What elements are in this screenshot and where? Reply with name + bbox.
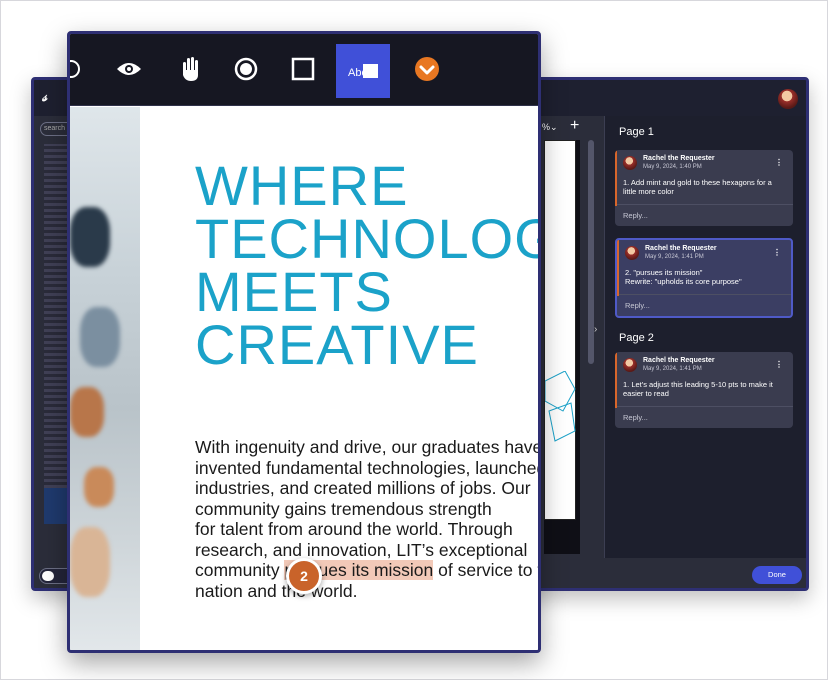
comment-author: Rachel the Requester [643,357,715,364]
zoom-dropdown[interactable]: %⌄ [542,122,558,133]
app-logo-icon: 𝓈 [42,88,48,104]
toolbar: Abc [70,34,538,106]
comment-header: Rachel the Requester May 9, 2024, 1:40 P… [615,150,793,176]
square-icon[interactable] [282,48,324,90]
avatar [623,358,637,372]
hexagon-artwork [545,371,576,442]
screenshot-stage: 𝓈 search %⌄ + › Page 1 Rachel the Reques… [0,0,828,680]
document-canvas [544,140,580,554]
comment-date: May 9, 2024, 1:40 PM [643,164,702,170]
comment-card[interactable]: Rachel the Requester May 9, 2024, 1:41 P… [615,352,793,428]
avatar [625,246,639,260]
comments-panel: Page 1 Rachel the Requester May 9, 2024,… [604,116,806,558]
hand-icon[interactable] [170,48,212,90]
comment-text: 2. "pursues its mission" Rewrite: "uphol… [625,268,742,286]
comment-header: Rachel the Requester May 9, 2024, 1:41 P… [617,240,791,266]
add-button[interactable]: + [570,117,579,135]
photo-detail [84,467,114,507]
record-icon[interactable] [225,48,267,90]
document-page: WHERE TECHNOLOGY MEETS CREATIVE With ing… [140,107,541,650]
comment-author: Rachel the Requester [643,155,715,162]
avatar [623,156,637,170]
photo-detail [70,527,110,597]
comment-marker[interactable]: 2 [286,558,322,594]
partial-tool-icon[interactable] [70,48,96,90]
body-paragraph: With ingenuity and drive, our graduates … [195,437,541,601]
photo-detail [70,387,104,437]
editor-window: Abc WHERE TECHNOLOGY MEETS CREATIVE With… [67,31,541,653]
eye-icon[interactable] [108,48,150,90]
background-photo [70,107,140,650]
comment-author: Rachel the Requester [645,245,717,252]
reply-input[interactable]: Reply... [617,294,791,316]
comment-card-active[interactable]: Rachel the Requester May 9, 2024, 1:41 P… [615,238,793,318]
comment-header: Rachel the Requester May 9, 2024, 1:41 P… [615,352,793,378]
text-edit-icon: Abc [348,64,378,79]
comment-date: May 9, 2024, 1:41 PM [645,254,704,260]
chevron-down-circle-icon[interactable] [406,48,448,90]
page-heading: Page 2 [619,332,654,344]
comment-card[interactable]: Rachel the Requester May 9, 2024, 1:40 P… [615,150,793,226]
comment-text: 1. Add mint and gold to these hexagons f… [623,178,772,196]
photo-detail [80,307,120,367]
text-edit-tool[interactable]: Abc [336,44,390,98]
moon-icon [42,571,54,581]
page-heading: Page 1 [619,126,654,138]
reply-input[interactable]: Reply... [615,204,793,226]
user-avatar[interactable] [778,89,798,109]
document-page [544,140,576,520]
chevron-right-icon[interactable]: › [594,324,604,344]
comment-text: 1. Let's adjust this leading 5-10 pts to… [623,380,773,398]
headline: WHERE TECHNOLOGY MEETS CREATIVE [195,154,538,376]
photo-detail [70,207,110,267]
comment-date: May 9, 2024, 1:41 PM [643,366,702,372]
svg-text:Abc: Abc [348,67,367,79]
body-text-before: With ingenuity and drive, our graduates … [195,437,541,580]
more-options-icon[interactable]: ⋮ [773,248,781,257]
done-button[interactable]: Done [752,566,802,584]
reply-input[interactable]: Reply... [615,406,793,428]
more-options-icon[interactable]: ⋮ [775,360,783,369]
more-options-icon[interactable]: ⋮ [775,158,783,167]
